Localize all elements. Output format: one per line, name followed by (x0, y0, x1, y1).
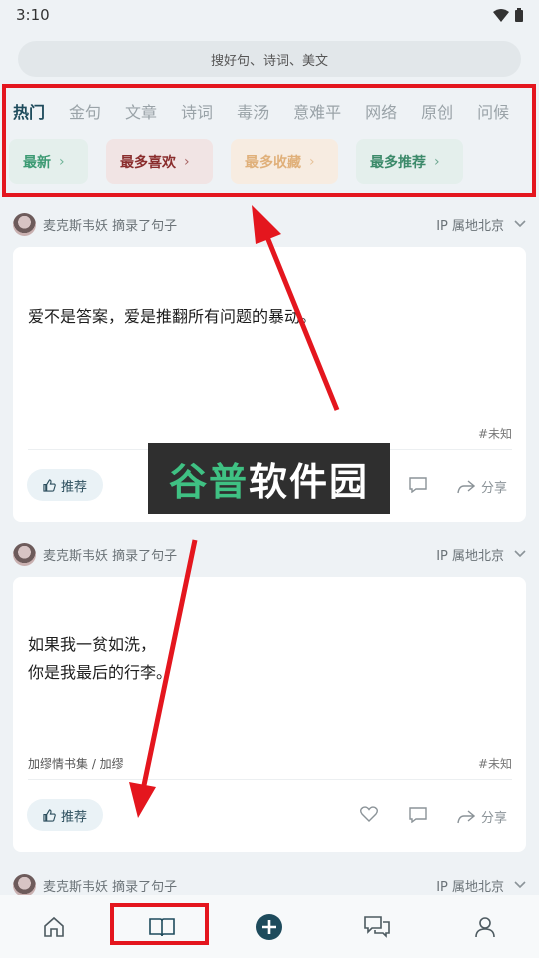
highlight-box-nav (110, 903, 209, 945)
recommend-label: 推荐 (60, 479, 87, 495)
recommend-button[interactable]: 推荐 (27, 469, 103, 501)
post-card[interactable]: 如果我一贫如洗， 你是我最后的行李。 加缪情书集 / 加缪 #未知 推荐 分享 (13, 577, 526, 852)
post-header: 麦克斯韦妖 摘录了句子 IP 属地北京 (13, 873, 526, 897)
thumbs-up-icon (43, 478, 56, 492)
avatar[interactable] (13, 873, 36, 897)
status-bar: 3:10 (0, 0, 539, 30)
nav-add[interactable] (244, 907, 294, 947)
status-time: 3:10 (16, 6, 50, 24)
search-placeholder: 搜好句、诗词、美文 (210, 53, 328, 69)
post-action: 摘录了句子 (112, 879, 178, 895)
post-author[interactable]: 麦克斯韦妖 (43, 215, 108, 234)
post-ip: IP 属地北京 (436, 548, 504, 564)
post-tag[interactable]: #未知 (478, 425, 512, 442)
home-icon (44, 916, 64, 937)
chevron-down-icon[interactable] (514, 220, 526, 228)
recommend-label: 推荐 (60, 809, 87, 825)
share-label: 分享 (481, 481, 508, 496)
post-action: 摘录了句子 (112, 218, 178, 234)
post-text: 如果我一贫如洗， 你是我最后的行李。 (28, 631, 172, 687)
comment-icon (409, 477, 427, 493)
chevron-down-icon[interactable] (514, 550, 526, 558)
watermark-text-green: 谷普 (168, 460, 249, 504)
post-header: 麦克斯韦妖 摘录了句子 IP 属地北京 (13, 542, 526, 566)
highlight-box-tabs (2, 84, 536, 197)
battery-icon (515, 8, 523, 22)
status-icons (493, 8, 523, 22)
watermark-logo: 谷普 软件园 (148, 443, 390, 514)
like-button[interactable] (360, 806, 378, 822)
post-text-line: 爱不是答案，爱是推翻所有问题的暴动。 (28, 307, 317, 326)
share-icon (457, 479, 475, 493)
wifi-icon (493, 8, 509, 22)
nav-profile[interactable] (460, 907, 510, 947)
search-input[interactable]: 搜好句、诗词、美文 (18, 41, 521, 77)
post-ip: IP 属地北京 (436, 218, 504, 234)
chevron-down-icon[interactable] (514, 881, 526, 889)
post-header: 麦克斯韦妖 摘录了句子 IP 属地北京 (13, 212, 526, 236)
comment-icon (409, 807, 427, 823)
post-tag[interactable]: #未知 (478, 755, 512, 772)
chat-icon (364, 915, 391, 938)
post-text: 爱不是答案，爱是推翻所有问题的暴动。 (28, 303, 316, 331)
nav-home[interactable] (29, 907, 79, 947)
heart-icon (360, 806, 378, 822)
thumbs-up-icon (43, 808, 56, 822)
post-ip: IP 属地北京 (436, 879, 504, 895)
recommend-button[interactable]: 推荐 (27, 799, 103, 831)
post-source[interactable]: 加缪情书集 / 加缪 (28, 755, 124, 772)
comment-button[interactable] (409, 477, 427, 493)
share-button[interactable]: 分享 (457, 477, 507, 496)
nav-messages[interactable] (352, 907, 402, 947)
post-author[interactable]: 麦克斯韦妖 (43, 876, 108, 895)
add-icon (256, 913, 283, 940)
user-icon (475, 916, 495, 937)
bottom-navigation (0, 895, 539, 958)
watermark-text-white: 软件园 (249, 460, 370, 504)
divider (28, 779, 512, 780)
avatar[interactable] (13, 212, 36, 236)
avatar[interactable] (13, 542, 36, 566)
post-action: 摘录了句子 (112, 548, 178, 564)
post-text-line: 你是我最后的行李。 (28, 663, 173, 682)
comment-button[interactable] (409, 807, 427, 823)
post-author[interactable]: 麦克斯韦妖 (43, 545, 108, 564)
share-icon (457, 809, 475, 823)
post-text-line: 如果我一贫如洗， (28, 635, 157, 654)
share-label: 分享 (481, 811, 508, 826)
share-button[interactable]: 分享 (457, 807, 507, 826)
